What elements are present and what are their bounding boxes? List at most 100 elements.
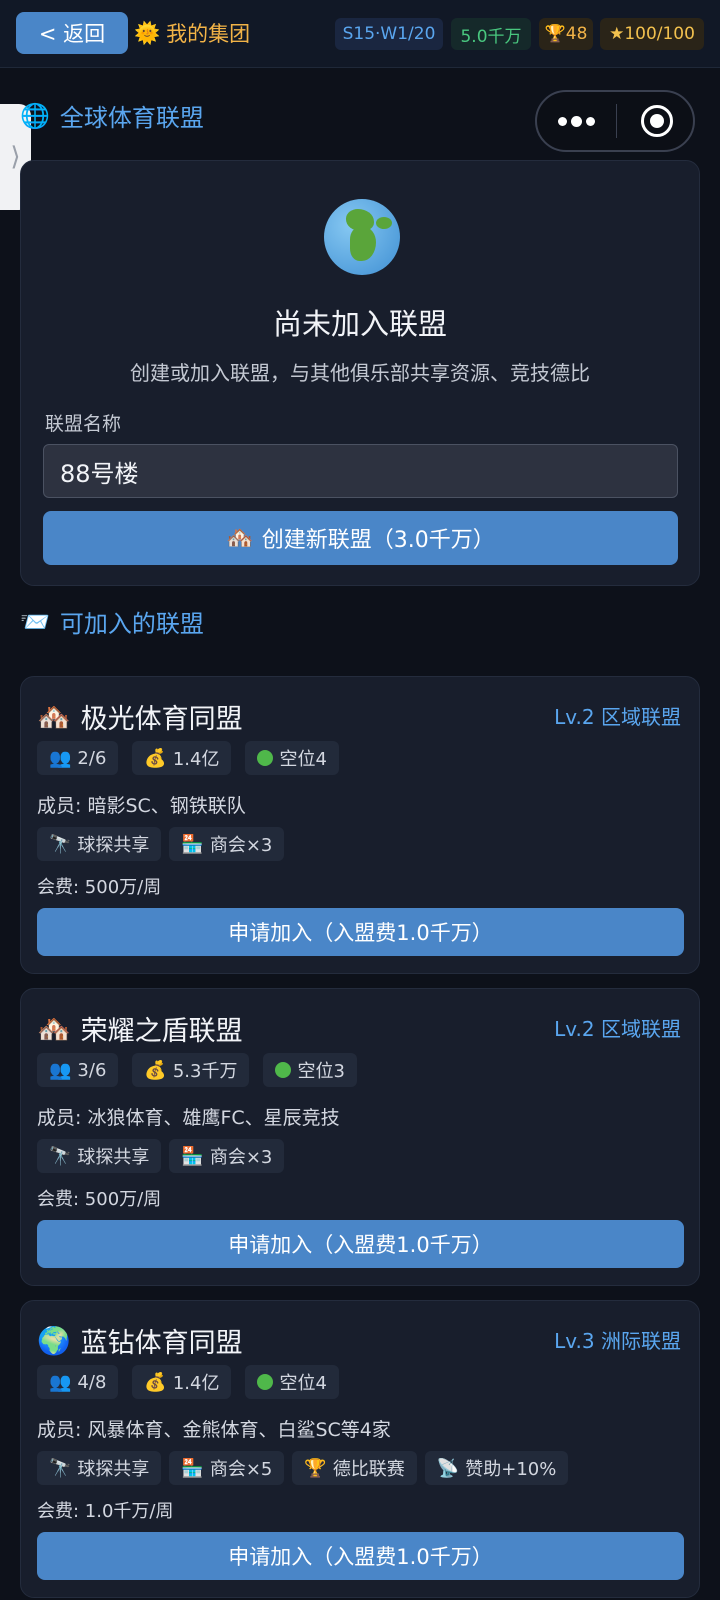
- membership-fee: 会费: 500万/周: [37, 1189, 162, 1210]
- houses-icon: 🏘️: [37, 701, 71, 733]
- chamber-tag: 🏪 商会×3: [169, 1139, 285, 1173]
- league-name-label: 联盟名称: [45, 413, 122, 435]
- league-name-input[interactable]: [43, 444, 678, 498]
- chevron-right-icon: ⟩: [10, 142, 21, 172]
- vacancy-value: 空位3: [297, 1061, 345, 1082]
- league-stats: 👥 4/8 💰 1.4亿 空位4: [37, 1365, 339, 1399]
- trophy-icon: 🏆: [544, 24, 566, 44]
- green-dot-icon: [257, 750, 274, 766]
- funds-badge: 💰 1.4亿: [132, 741, 232, 775]
- money-bag-icon: 💰: [144, 1371, 167, 1393]
- create-league-button[interactable]: 🏘️ 创建新联盟（3.0千万）: [43, 511, 678, 565]
- tag-label: 赞助+10%: [465, 1459, 557, 1480]
- apply-join-button[interactable]: 申请加入（入盟费1.0千万）: [37, 908, 684, 956]
- back-button[interactable]: < 返回: [16, 12, 128, 54]
- scout-share-tag: 🔭 球探共享: [37, 827, 162, 861]
- available-leagues-title: 📨 可加入的联盟: [20, 604, 204, 639]
- derby-league-tag: 🏆 德比联赛: [292, 1451, 417, 1485]
- green-dot-icon: [275, 1062, 292, 1078]
- season-text: S15·W1/20: [342, 24, 436, 44]
- star-count: 100/100: [624, 24, 695, 44]
- money-bag-icon: 💰: [144, 747, 167, 769]
- money-chip: 5.0千万: [451, 18, 531, 50]
- store-icon: 🏪: [181, 833, 204, 855]
- telescope-icon: 🔭: [49, 1145, 72, 1167]
- more-dot-icon: [586, 116, 595, 126]
- members-icon: 👥: [49, 1371, 72, 1393]
- miniprogram-capsule: [535, 90, 695, 152]
- tag-label: 球探共享: [77, 1147, 150, 1168]
- league-level: Lv.2 区域联盟: [554, 705, 681, 729]
- league-level: Lv.2 区域联盟: [554, 1017, 681, 1041]
- status-description: 创建或加入联盟，与其他俱乐部共享资源、竞技德比: [130, 361, 590, 385]
- store-icon: 🏪: [181, 1145, 204, 1167]
- back-label: < 返回: [38, 22, 106, 46]
- tag-label: 商会×3: [209, 1147, 273, 1168]
- league-name-text: 极光体育同盟: [80, 704, 243, 735]
- apply-join-button[interactable]: 申请加入（入盟费1.0千万）: [37, 1220, 684, 1268]
- member-count: 3/6: [77, 1059, 107, 1081]
- chamber-tag: 🏪 商会×5: [169, 1451, 285, 1485]
- my-group-link[interactable]: 🌞 我的集团: [134, 14, 250, 52]
- group-label: 我的集团: [166, 22, 251, 46]
- members-icon: 👥: [49, 1059, 72, 1081]
- vacancy-value: 空位4: [279, 1373, 327, 1394]
- globe-icon: 🌍: [37, 1325, 71, 1357]
- satellite-icon: 📡: [436, 1457, 460, 1479]
- scout-share-tag: 🔭 球探共享: [37, 1451, 162, 1485]
- top-bar: < 返回 🌞 我的集团 S15·W1/20 5.0千万 🏆 48 ★ 100/100: [0, 0, 720, 68]
- more-dot-icon: [571, 115, 582, 127]
- envelope-icon: 📨: [20, 607, 50, 636]
- tag-label: 球探共享: [77, 835, 150, 856]
- funds-value: 1.4亿: [172, 1373, 220, 1394]
- apply-label: 申请加入（入盟费1.0千万）: [228, 921, 493, 945]
- league-status-card: 尚未加入联盟 创建或加入联盟，与其他俱乐部共享资源、竞技德比 联盟名称 🏘️ 创…: [20, 160, 700, 586]
- tag-label: 商会×5: [209, 1459, 273, 1480]
- houses-icon: 🏘️: [37, 1013, 71, 1045]
- membership-fee: 会费: 500万/周: [37, 877, 162, 898]
- star-chip: ★ 100/100: [600, 18, 704, 50]
- earth-globe-icon: [324, 199, 400, 275]
- close-miniprogram-icon[interactable]: [641, 105, 673, 137]
- league-card: 🏘️ 极光体育同盟 Lv.2 区域联盟 👥 2/6 💰 1.4亿 空位4 成员: 暗…: [20, 676, 700, 974]
- vacancy-badge: 空位3: [263, 1053, 357, 1087]
- funds-badge: 💰 5.3千万: [132, 1053, 250, 1087]
- league-stats: 👥 2/6 💰 1.4亿 空位4: [37, 741, 339, 775]
- league-name-text: 蓝钻体育同盟: [80, 1328, 243, 1359]
- apply-join-button[interactable]: 申请加入（入盟费1.0千万）: [37, 1532, 684, 1580]
- more-menu-button[interactable]: [537, 92, 616, 150]
- create-league-label: 创建新联盟（3.0千万）: [261, 528, 495, 553]
- member-list: 成员: 暗影SC、钢铁联队: [37, 795, 246, 817]
- vacancy-badge: 空位4: [245, 741, 339, 775]
- league-stats: 👥 3/6 💰 5.3千万 空位3: [37, 1053, 357, 1087]
- apply-label: 申请加入（入盟费1.0千万）: [228, 1545, 493, 1569]
- sponsor-bonus-tag: 📡 赞助+10%: [424, 1451, 569, 1485]
- scout-share-tag: 🔭 球探共享: [37, 1139, 162, 1173]
- status-title: 尚未加入联盟: [272, 307, 447, 341]
- perk-tags: 🔭 球探共享 🏪 商会×5 🏆 德比联赛 📡 赞助+10%: [37, 1451, 569, 1485]
- league-card: 🏘️ 荣耀之盾联盟 Lv.2 区域联盟 👥 3/6 💰 5.3千万 空位3 成员: …: [20, 988, 700, 1286]
- trophy-icon: 🏆: [304, 1457, 327, 1479]
- section-title-text: 全球体育联盟: [59, 104, 204, 132]
- more-dot-icon: [558, 116, 567, 126]
- perk-tags: 🔭 球探共享 🏪 商会×3: [37, 827, 285, 861]
- globe-icon: 🌐: [20, 101, 50, 130]
- member-list: 成员: 冰狼体育、雄鹰FC、星辰竞技: [37, 1107, 340, 1129]
- vacancy-value: 空位4: [279, 749, 327, 770]
- season-chip: S15·W1/20: [335, 18, 443, 50]
- member-count: 4/8: [77, 1371, 107, 1393]
- tag-label: 球探共享: [77, 1459, 150, 1480]
- sun-icon: 🌞: [134, 20, 161, 45]
- store-icon: 🏪: [181, 1457, 204, 1479]
- section-title-text: 可加入的联盟: [59, 610, 204, 638]
- funds-badge: 💰 1.4亿: [132, 1365, 232, 1399]
- trophy-chip: 🏆 48: [539, 18, 593, 50]
- league-name: 🏘️ 极光体育同盟: [37, 697, 243, 736]
- global-league-title: 🌐 全球体育联盟: [20, 98, 204, 133]
- green-dot-icon: [257, 1374, 274, 1390]
- capsule-divider: [616, 104, 617, 138]
- tag-label: 德比联赛: [332, 1459, 405, 1480]
- member-count: 2/6: [77, 747, 107, 769]
- member-count-badge: 👥 3/6: [37, 1053, 119, 1087]
- telescope-icon: 🔭: [49, 833, 72, 855]
